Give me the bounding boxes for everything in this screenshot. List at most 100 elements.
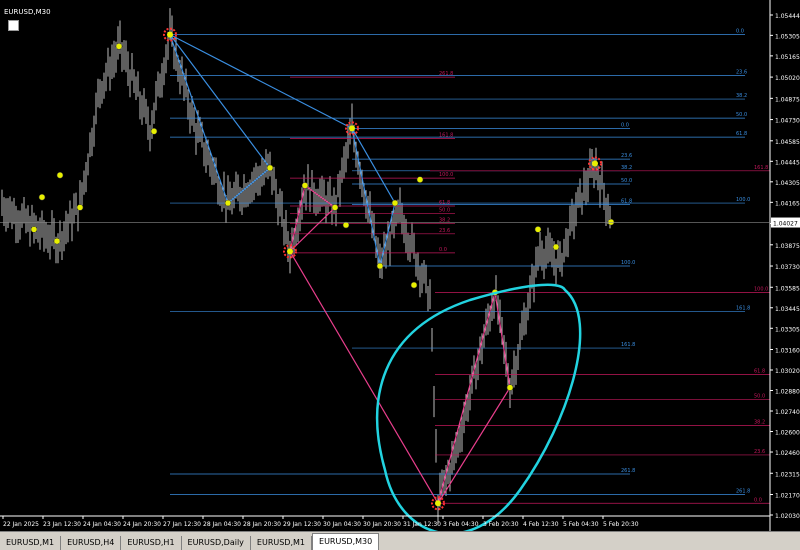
fib-level-label: 0.0	[439, 247, 447, 253]
fib-level-label: 50.0	[754, 393, 765, 399]
swing-marker	[30, 226, 38, 233]
fib-level-label: 161.8	[754, 165, 768, 171]
price-tick-label: 1.04165	[775, 200, 800, 207]
current-price-label: 1.04027	[773, 221, 798, 228]
swing-marker	[416, 176, 424, 183]
fib-level-label: 23.6	[736, 70, 747, 76]
swing-marker	[534, 226, 542, 233]
time-tick-label: 29 Jan 12:30	[283, 521, 321, 528]
tab-eurusd-h4[interactable]: EURUSD,H4	[61, 536, 122, 550]
swing-marker	[410, 281, 418, 289]
price-tick-label: 1.05020	[775, 75, 800, 82]
tab-eurusd-m30[interactable]: EURUSD,M30	[312, 533, 380, 550]
fib-level-label: 38.2	[736, 93, 747, 99]
fib-level-label: 61.8	[754, 368, 765, 374]
swing-marker	[115, 43, 123, 50]
price-tick-label: 1.02315	[775, 471, 800, 478]
price-tick-label: 1.03875	[775, 243, 800, 250]
chart-toggle-checkbox[interactable]	[8, 20, 19, 31]
pivot-center-marker	[435, 500, 441, 507]
tab-eurusd-m1-2[interactable]: EURUSD,M1	[251, 536, 313, 550]
pivot-center-marker	[349, 125, 355, 132]
fib-level-label: 0.0	[736, 29, 744, 35]
swing-marker	[552, 243, 560, 251]
fib-level-label: 50.0	[621, 178, 632, 184]
time-tick-label: 3 Feb 04:30	[443, 521, 479, 528]
swing-marker	[391, 199, 399, 207]
price-tick-label: 1.03305	[775, 326, 800, 333]
price-tick-label: 1.02880	[775, 389, 800, 396]
fib-level-label: 100.0	[754, 286, 768, 292]
fib-level-label: 161.8	[439, 133, 453, 139]
fib-level-label: 38.2	[754, 420, 765, 426]
time-tick-label: 24 Jan 20:30	[123, 521, 161, 528]
time-tick-label: 23 Jan 12:30	[43, 521, 81, 528]
price-tick-label: 1.03730	[775, 264, 800, 271]
fib-level-label: 100.0	[439, 172, 453, 178]
price-tick-label: 1.04730	[775, 118, 800, 125]
price-tick-label: 1.03585	[775, 285, 800, 292]
fib-level-label: 161.8	[621, 342, 635, 348]
price-tick-label: 1.02030	[775, 513, 800, 520]
price-tick-label: 1.04445	[775, 159, 800, 166]
fib-level-label: 38.2	[621, 165, 632, 171]
price-tick-label: 1.05444	[775, 13, 800, 20]
swing-marker	[376, 262, 384, 270]
time-tick-label: 30 Jan 04:30	[323, 521, 361, 528]
fib-level-label: 61.8	[621, 199, 632, 205]
price-chart[interactable]: 0.023.638.250.061.80.023.638.250.061.8 10…	[0, 0, 800, 531]
price-tick-label: 1.02460	[775, 450, 800, 457]
swing-marker	[506, 384, 514, 391]
pivot-center-marker	[287, 248, 293, 255]
fib-level-label: 61.8	[439, 200, 450, 206]
swing-marker	[224, 199, 232, 207]
swing-marker	[266, 164, 274, 172]
swing-marker	[150, 128, 158, 135]
chart-title: EURUSD,M30	[4, 8, 51, 16]
time-tick-label: 28 Jan 20:30	[243, 521, 281, 528]
time-tick-label: 5 Feb 20:30	[603, 521, 639, 528]
time-tick-label: 31 Jan 12:30	[403, 521, 441, 528]
highlight-circle	[375, 283, 582, 531]
fib-level-label: 100.0	[736, 197, 750, 203]
price-axis[interactable]: 1.05444 1.05305 1.05165 1.05020 1.04875 1.047…	[0, 0, 800, 531]
price-tick-label: 1.03445	[775, 306, 800, 313]
fib-level-label: 0.0	[754, 497, 762, 503]
tab-eurusd-h1[interactable]: EURUSD,H1	[121, 536, 182, 550]
swing-marker	[56, 171, 64, 179]
swing-marker	[342, 221, 350, 229]
swing-marker	[331, 204, 339, 211]
tab-eurusd-m1[interactable]: EURUSD,M1	[0, 536, 62, 550]
time-tick-label: 24 Jan 04:30	[83, 521, 121, 528]
fib-level-label: 261.8	[439, 71, 453, 77]
fibonacci-levels: 0.023.638.250.061.80.023.638.250.061.8 10…	[170, 29, 770, 504]
time-tick-label: 28 Jan 04:30	[203, 521, 241, 528]
time-tick-label: 4 Feb 12:30	[523, 521, 559, 528]
fib-level-label: 23.6	[621, 153, 632, 159]
fib-level-label: 50.0	[439, 207, 450, 213]
fib-level-label: 61.8	[736, 131, 747, 137]
time-tick-label: 5 Feb 04:30	[563, 521, 599, 528]
swing-marker	[607, 218, 615, 226]
time-tick-label: 22 Jan 2025	[3, 521, 39, 528]
price-tick-label: 1.02170	[775, 492, 800, 499]
price-tick-label: 1.02740	[775, 409, 800, 416]
price-tick-label: 1.04305	[775, 180, 800, 187]
fib-level-label: 50.0	[736, 112, 747, 118]
tab-eurusd-daily[interactable]: EURUSD,Daily	[182, 536, 251, 550]
price-tick-label: 1.03020	[775, 368, 800, 375]
time-axis[interactable]: 22 Jan 2025 23 Jan 12:30 24 Jan 04:30 24 Ja…	[0, 515, 770, 528]
fib-level-label: 100.0	[621, 260, 635, 266]
swing-marker	[301, 182, 309, 189]
chart-tab-bar: EURUSD,M1 EURUSD,H4 EURUSD,H1 EURUSD,Dai…	[0, 531, 800, 550]
swing-marker	[38, 193, 46, 201]
price-tick-label: 1.02600	[775, 430, 800, 437]
pivot-center-marker	[592, 160, 598, 167]
price-tick-label: 1.04585	[775, 139, 800, 146]
price-tick-label: 1.03160	[775, 348, 800, 355]
swing-marker	[76, 204, 84, 211]
time-tick-label: 27 Jan 12:30	[163, 521, 201, 528]
pivot-center-marker	[167, 31, 173, 38]
price-tick-label: 1.05165	[775, 54, 800, 61]
price-tick-label: 1.05305	[775, 33, 800, 40]
